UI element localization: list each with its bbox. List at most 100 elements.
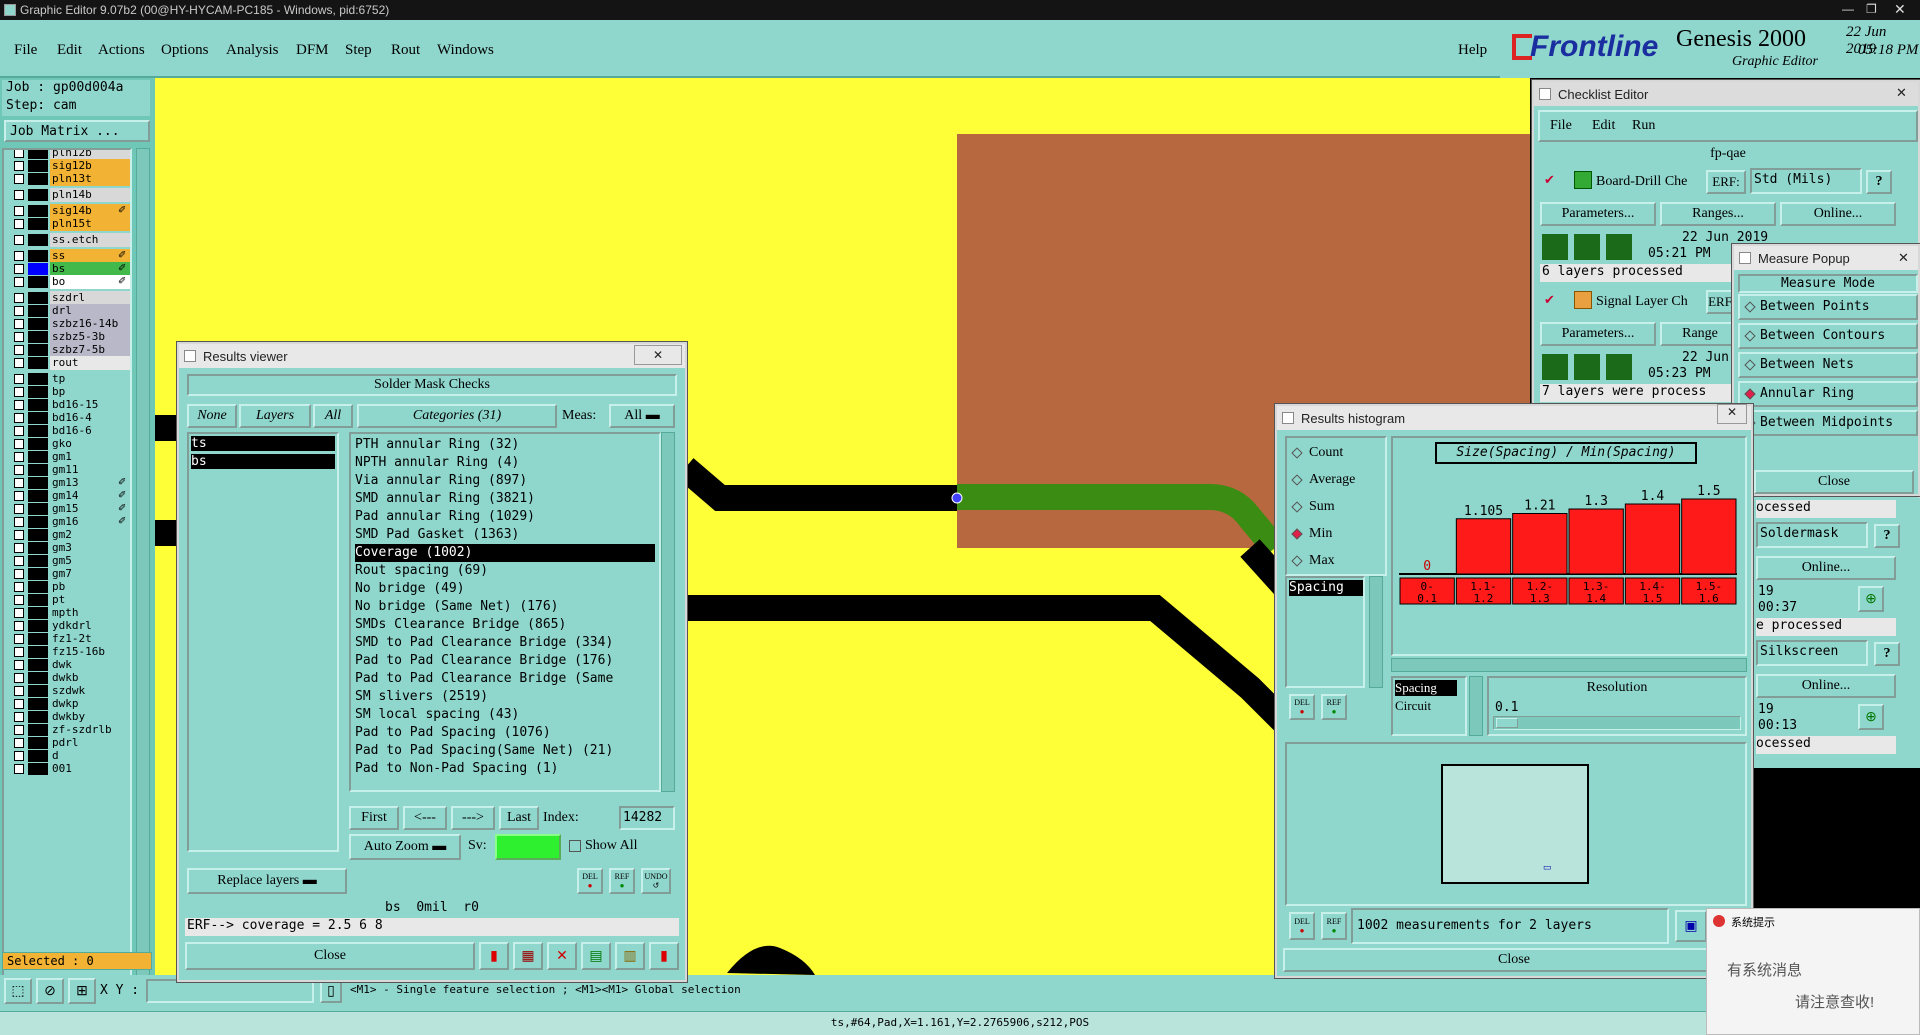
layer-select-list[interactable]: ts bs (187, 432, 339, 852)
histogram-bar[interactable] (1681, 498, 1737, 575)
layer-row-gm11[interactable]: gm11 (10, 463, 130, 477)
job-matrix-button[interactable]: Job Matrix ... (4, 120, 150, 142)
layer-row-ss[interactable]: ss ✐ (10, 249, 130, 263)
measure-select-list[interactable]: Spacing (1285, 576, 1365, 688)
select-mode-icon[interactable]: ▯ (320, 979, 342, 1003)
run-icon[interactable] (1542, 354, 1568, 380)
preview-del-button[interactable]: DEL ● (1289, 912, 1315, 940)
layer-checkbox[interactable] (14, 634, 24, 644)
check1-online-button[interactable]: Online... (1780, 202, 1896, 226)
category-item[interactable]: Pad to Non-Pad Spacing (1) (355, 760, 655, 778)
result-layer-ts[interactable]: ts (191, 436, 335, 451)
silkscreen-online-button[interactable]: Online... (1756, 674, 1896, 698)
checklist-menu-file[interactable]: File (1550, 118, 1572, 134)
histogram-bar[interactable] (1512, 513, 1568, 575)
category-item[interactable]: SMD to Pad Clearance Bridge (334) (355, 634, 655, 652)
layer-row-szdrl[interactable]: szdrl (10, 291, 130, 305)
layer-checkbox[interactable] (14, 264, 24, 274)
measure-mode-item[interactable]: Between Midpoints (1738, 410, 1918, 436)
category-item[interactable]: Rout spacing (69) (355, 562, 655, 580)
layer-row-gm14[interactable]: gm14 ✐ (10, 489, 130, 503)
layer-checkbox[interactable] (14, 387, 24, 397)
zoom-result-icon[interactable]: ⊕ (1858, 704, 1884, 730)
histogram-icon-button[interactable]: ▮ (649, 942, 679, 970)
zoom-fit-icon[interactable]: ⬚ (4, 978, 32, 1004)
category-item[interactable]: SMD Pad Gasket (1363) (355, 526, 655, 544)
check2-erf-button[interactable]: ERF (1706, 290, 1734, 314)
measure-mode-item[interactable]: Between Nets (1738, 352, 1918, 378)
category-item[interactable]: SM local spacing (43) (355, 706, 655, 724)
category-item[interactable]: Pad to Pad Clearance Bridge (176) (355, 652, 655, 670)
run-icon[interactable] (1542, 234, 1568, 260)
first-button[interactable]: First (349, 806, 399, 830)
layer-row-d[interactable]: d (10, 749, 130, 763)
meas-dropdown[interactable]: All ▬ (609, 404, 675, 428)
measure-mode-item[interactable]: Between Contours (1738, 323, 1918, 349)
layer-checkbox[interactable] (14, 190, 24, 200)
layer-row-bo[interactable]: bo ✐ (10, 275, 130, 289)
layer-row-szdwk[interactable]: szdwk (10, 684, 130, 698)
close-icon[interactable]: ✕ (1894, 1, 1912, 17)
menu-edit[interactable]: Edit (57, 42, 82, 59)
histogram-close-icon[interactable]: ✕ (1717, 404, 1747, 424)
layer-checkbox[interactable] (14, 699, 24, 709)
layer-checkbox[interactable] (14, 374, 24, 384)
del-button[interactable]: DEL ● (577, 868, 603, 894)
menu-dfm[interactable]: DFM (296, 42, 329, 59)
layer-checkbox[interactable] (14, 491, 24, 501)
category-item[interactable]: SMDs Clearance Bridge (865) (355, 616, 655, 634)
run-icon[interactable] (1574, 234, 1600, 260)
measure-mode-item[interactable]: Annular Ring (1738, 381, 1918, 407)
category-item[interactable]: Pad to Pad Spacing (1076) (355, 724, 655, 742)
check1-erf-value[interactable]: Std (Mils) (1750, 168, 1862, 194)
layer-row-dwk[interactable]: dwk (10, 658, 130, 672)
measure-close-icon[interactable]: ✕ (1898, 250, 1909, 266)
layer-checkbox[interactable] (14, 621, 24, 631)
run-icon[interactable] (1574, 354, 1600, 380)
layer-row-fz15-16b[interactable]: fz15-16b (10, 645, 130, 659)
layer-row-bd16-15[interactable]: bd16-15 (10, 398, 130, 412)
layer-checkbox[interactable] (14, 595, 24, 605)
layers-all-button[interactable]: All (313, 404, 353, 428)
histogram-bar[interactable] (1568, 508, 1624, 575)
layer-checkbox[interactable] (14, 306, 24, 316)
layer-checkbox[interactable] (14, 504, 24, 514)
menu-rout[interactable]: Rout (391, 42, 420, 59)
layer-row-bd16-4[interactable]: bd16-4 (10, 411, 130, 425)
category-item[interactable]: Via annular Ring (897) (355, 472, 655, 490)
histogram-ref-button[interactable]: REF ● (1321, 694, 1347, 720)
layer-checkbox[interactable] (14, 400, 24, 410)
layer-checkbox[interactable] (14, 358, 24, 368)
layer-checkbox[interactable] (14, 712, 24, 722)
layer-checkbox[interactable] (14, 235, 24, 245)
histogram-bar[interactable] (1624, 503, 1681, 575)
layer-checkbox[interactable] (14, 251, 24, 261)
layer-checkbox[interactable] (14, 673, 24, 683)
layer-row-gm1[interactable]: gm1 (10, 450, 130, 464)
layer-row-bp[interactable]: bp (10, 385, 130, 399)
layer-checkbox[interactable] (14, 206, 24, 216)
category-item[interactable]: SM slivers (2519) (355, 688, 655, 706)
category-item[interactable]: NPTH annular Ring (4) (355, 454, 655, 472)
category-item[interactable]: PTH annular Ring (32) (355, 436, 655, 454)
layer-row-tp[interactable]: tp (10, 372, 130, 386)
layer-row-pln13t[interactable]: pln13t (10, 172, 130, 186)
silkscreen-help-button[interactable]: ? (1874, 642, 1900, 666)
undo-button[interactable]: UNDO ↺ (641, 868, 671, 894)
measure-item-spacing[interactable]: Spacing (1289, 580, 1363, 596)
layer-checkbox[interactable] (14, 439, 24, 449)
group-list-scrollbar[interactable] (1469, 676, 1483, 736)
report-icon-button[interactable]: ▥ (615, 942, 645, 970)
layer-row-gm16[interactable]: gm16 ✐ (10, 515, 130, 529)
xy-input[interactable] (146, 979, 314, 1003)
checklist-menu-run[interactable]: Run (1632, 118, 1655, 134)
layer-list-scrollbar[interactable] (136, 148, 150, 1018)
system-toast[interactable]: 系统提示 有系统消息 请注意查收! (1706, 908, 1920, 1035)
histogram-hscroll[interactable] (1391, 658, 1747, 672)
layer-row-ss.etch[interactable]: ss.etch (10, 233, 130, 247)
histogram-mode-option[interactable]: Max (1289, 550, 1383, 572)
layer-checkbox[interactable] (14, 219, 24, 229)
layer-row-gm13[interactable]: gm13 ✐ (10, 476, 130, 490)
layer-row-fz1-2t[interactable]: fz1-2t (10, 632, 130, 646)
layer-row-dwkb[interactable]: dwkb (10, 671, 130, 685)
